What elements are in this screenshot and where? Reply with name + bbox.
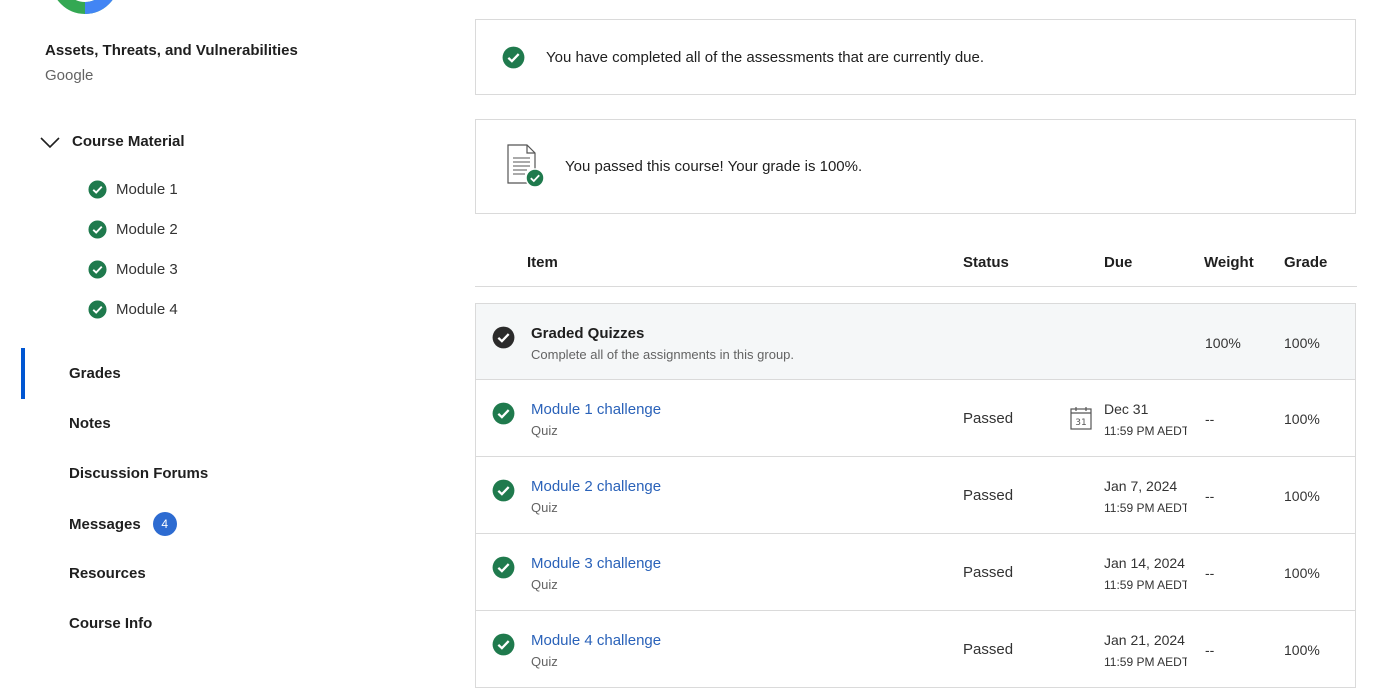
item-status: Passed <box>963 410 1014 427</box>
table-row: Module 4 challenge Quiz Passed Jan 21, 2… <box>475 611 1356 688</box>
sidebar-item-discussion-forums[interactable]: Discussion Forums <box>69 465 208 482</box>
nav-label: Discussion Forums <box>69 465 209 482</box>
assessments-notice-text: You have completed all of the assessment… <box>546 49 985 66</box>
item-grade: 100% <box>1284 642 1320 658</box>
nav-label: Notes <box>69 415 111 432</box>
active-nav-indicator <box>21 348 25 399</box>
calendar-icon: 31 <box>1070 407 1092 430</box>
column-header-grade: Grade <box>1284 254 1328 271</box>
column-header-status: Status <box>963 254 1009 271</box>
nav-label: Resources <box>69 565 146 582</box>
check-circle-icon <box>502 46 525 69</box>
column-header-due: Due <box>1104 254 1133 271</box>
item-status: Passed <box>963 487 1014 504</box>
messages-count-badge: 4 <box>152 512 177 536</box>
module-label: Module 3 <box>116 261 178 278</box>
nav-label: Course Info <box>69 615 153 632</box>
sidebar-item-module-4[interactable]: Module 4 <box>88 300 178 319</box>
course-title: Assets, Threats, and Vulnerabilities <box>45 42 298 59</box>
item-grade: 100% <box>1284 565 1320 581</box>
item-type: Quiz <box>531 654 558 669</box>
check-circle-icon <box>492 402 515 425</box>
sidebar-item-resources[interactable]: Resources <box>69 565 146 582</box>
item-due-date: Jan 14, 2024 <box>1104 555 1185 571</box>
course-passed-notice: You passed this course! Your grade is 10… <box>475 119 1356 214</box>
item-grade: 100% <box>1284 411 1320 427</box>
check-circle-icon <box>88 260 107 279</box>
item-due-time: 11:59 PM AEDT <box>1104 578 1187 592</box>
item-due-time: 11:59 PM AEDT <box>1104 424 1187 438</box>
item-due-date: Dec 31 <box>1104 401 1149 417</box>
item-link[interactable]: Module 4 challenge <box>531 632 661 649</box>
nav-label: Messages <box>69 515 141 533</box>
table-row: Module 2 challenge Quiz Passed Jan 7, 20… <box>475 457 1356 534</box>
nav-label: Grades <box>69 365 121 382</box>
item-due-time: 11:59 PM AEDT <box>1104 655 1187 669</box>
table-row: Module 3 challenge Quiz Passed Jan 14, 2… <box>475 534 1356 611</box>
sidebar-item-messages[interactable]: Messages 4 <box>69 512 177 536</box>
sidebar-item-course-info[interactable]: Course Info <box>69 615 152 632</box>
item-weight: -- <box>1205 642 1215 658</box>
check-circle-icon <box>88 220 107 239</box>
course-material-toggle[interactable]: Course Material <box>40 133 185 150</box>
item-type: Quiz <box>531 423 558 438</box>
assessments-complete-notice: You have completed all of the assessment… <box>475 19 1356 95</box>
sidebar-item-module-1[interactable]: Module 1 <box>88 180 178 199</box>
table-row: Module 1 challenge Quiz Passed 31 Dec 31… <box>475 380 1356 457</box>
group-description: Complete all of the assignments in this … <box>531 347 795 362</box>
item-weight: -- <box>1205 411 1215 427</box>
module-label: Module 4 <box>116 301 178 318</box>
group-grade: 100% <box>1284 335 1320 351</box>
item-link[interactable]: Module 2 challenge <box>531 478 661 495</box>
header-divider <box>475 286 1357 287</box>
column-header-weight: Weight <box>1204 254 1254 271</box>
passed-notice-text: You passed this course! Your grade is 10… <box>565 158 863 175</box>
item-weight: -- <box>1205 565 1215 581</box>
item-grade: 100% <box>1284 488 1320 504</box>
module-label: Module 2 <box>116 221 178 238</box>
group-row: Graded Quizzes Complete all of the assig… <box>475 303 1356 380</box>
check-circle-icon <box>492 326 515 349</box>
item-due-time: 11:59 PM AEDT <box>1104 501 1187 515</box>
course-material-label: Course Material <box>72 133 185 150</box>
course-logo <box>57 0 113 14</box>
module-label: Module 1 <box>116 181 178 198</box>
check-circle-icon <box>88 300 107 319</box>
item-link[interactable]: Module 3 challenge <box>531 555 661 572</box>
course-org: Google <box>45 67 94 84</box>
sidebar-item-module-2[interactable]: Module 2 <box>88 220 178 239</box>
item-due-date: Jan 7, 2024 <box>1104 478 1178 494</box>
sidebar-item-notes[interactable]: Notes <box>69 415 111 432</box>
item-link[interactable]: Module 1 challenge <box>531 401 661 418</box>
item-type: Quiz <box>531 577 558 592</box>
item-status: Passed <box>963 641 1014 658</box>
check-circle-icon <box>492 556 515 579</box>
check-circle-icon <box>492 633 515 656</box>
check-circle-icon <box>88 180 107 199</box>
item-due-date: Jan 21, 2024 <box>1104 632 1185 648</box>
item-status: Passed <box>963 564 1014 581</box>
sidebar-item-module-3[interactable]: Module 3 <box>88 260 178 279</box>
group-name: Graded Quizzes <box>531 325 645 342</box>
sidebar-item-grades[interactable]: Grades <box>69 365 121 382</box>
group-weight: 100% <box>1205 335 1241 351</box>
check-circle-icon <box>492 479 515 502</box>
item-type: Quiz <box>531 500 558 515</box>
column-header-item: Item <box>527 254 558 271</box>
chevron-down-icon <box>40 136 60 148</box>
item-weight: -- <box>1205 488 1215 504</box>
document-check-icon <box>507 144 545 188</box>
svg-text:31: 31 <box>1075 418 1086 428</box>
